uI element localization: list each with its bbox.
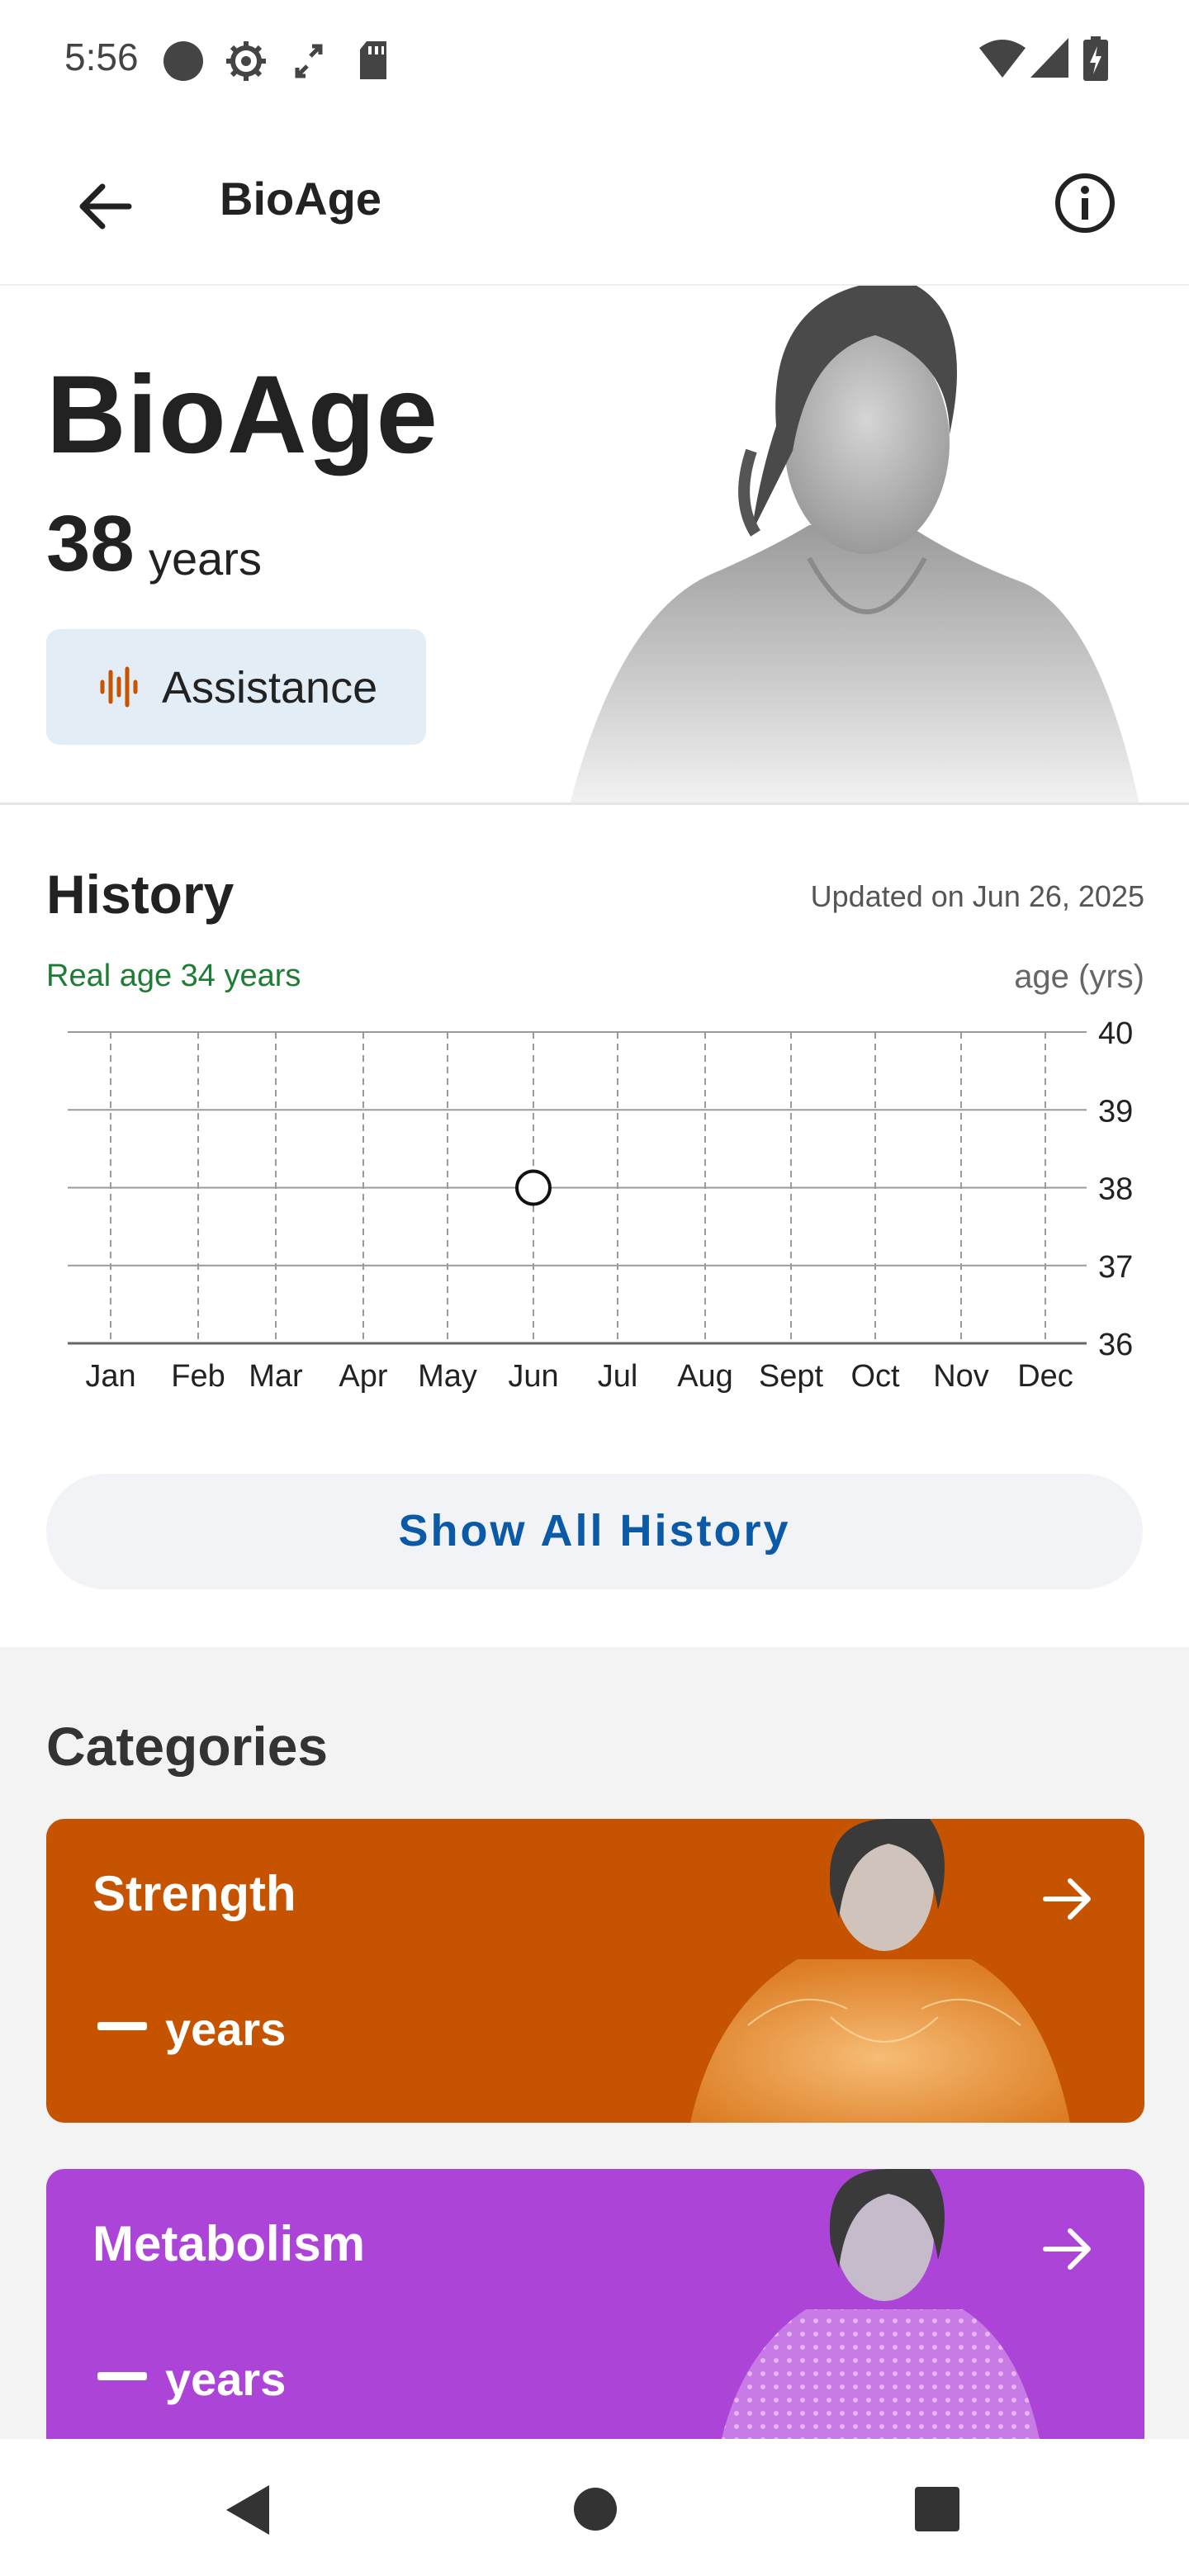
category-name: Metabolism: [92, 2216, 366, 2271]
woman-portrait-image: [570, 286, 1139, 804]
x-tick-label: Apr: [339, 1359, 387, 1394]
bioage-hero: BioAge 38 years Assistance: [0, 286, 1189, 804]
x-tick-label: May: [418, 1359, 477, 1394]
show-all-history-button[interactable]: Show All History: [46, 1474, 1143, 1589]
status-time: 5:56: [64, 36, 139, 78]
app-bar: BioAge: [0, 124, 1189, 286]
data-point: [515, 1169, 552, 1206]
assistance-button[interactable]: Assistance: [46, 629, 426, 745]
battery-charging-icon: [1083, 36, 1108, 81]
metabolism-body-image: [715, 2169, 1045, 2473]
chart-y-unit-label: age (yrs): [1014, 959, 1144, 995]
notification-dot-icon: [163, 41, 203, 81]
assistance-label: Assistance: [162, 663, 378, 713]
category-empty-value-dash: [97, 2022, 147, 2030]
categories-section: Categories Strength years Metabolism yea…: [0, 1647, 1189, 2473]
bioage-unit: years: [149, 533, 262, 585]
category-name: Strength: [92, 1866, 296, 1921]
hero-title: BioAge: [46, 353, 438, 476]
history-title: History: [46, 864, 234, 925]
x-tick-label: Dec: [1017, 1359, 1073, 1394]
category-value-unit: years: [165, 2003, 287, 2055]
real-age-label: Real age 34 years: [46, 959, 301, 993]
history-updated-date: Updated on Jun 26, 2025: [810, 879, 1144, 913]
category-empty-value-dash: [97, 2372, 147, 2380]
x-tick-label: Nov: [933, 1359, 989, 1394]
x-tick-label: Jun: [508, 1359, 558, 1394]
x-tick-label: Sept: [759, 1359, 824, 1394]
x-tick-label: Jan: [85, 1359, 135, 1394]
x-tick-label: Oct: [850, 1359, 900, 1394]
expand-arrows-icon: [295, 44, 323, 78]
app-bar-title: BioAge: [220, 173, 381, 225]
status-bar: 5:56: [0, 0, 1189, 124]
system-navigation-bar: [0, 2439, 1189, 2576]
category-value-unit: years: [165, 2353, 287, 2405]
settings-gear-icon: [226, 41, 266, 81]
arrow-right-icon: [1043, 2228, 1091, 2270]
sd-card-icon: [360, 41, 386, 79]
bioage-value: 38: [46, 500, 135, 588]
nav-home-icon[interactable]: [573, 2487, 618, 2531]
arrow-right-icon: [1043, 1878, 1091, 1920]
nav-recents-icon[interactable]: [915, 2487, 959, 2531]
y-tick-label: 40: [1098, 1016, 1133, 1051]
x-tick-label: Mar: [249, 1359, 303, 1394]
category-card-metabolism[interactable]: Metabolism years: [46, 2169, 1144, 2473]
y-tick-label: 36: [1098, 1328, 1133, 1362]
categories-heading: Categories: [46, 1716, 329, 1777]
cell-signal-icon: [1030, 38, 1068, 78]
x-tick-label: Jul: [598, 1359, 638, 1394]
x-tick-label: Aug: [677, 1359, 733, 1394]
info-icon[interactable]: [1052, 170, 1118, 236]
strength-muscle-image: [690, 1819, 1070, 2123]
nav-back-icon[interactable]: [223, 2484, 272, 2536]
category-card-strength[interactable]: Strength years: [46, 1819, 1144, 2123]
back-arrow-icon[interactable]: [71, 173, 137, 239]
x-tick-label: Feb: [171, 1359, 225, 1394]
y-tick-label: 39: [1098, 1094, 1133, 1129]
show-all-history-label: Show All History: [398, 1506, 791, 1556]
wifi-icon: [979, 40, 1026, 78]
voice-waveform-icon: [100, 666, 138, 708]
y-tick-label: 37: [1098, 1250, 1133, 1285]
bioage-history-chart: 40 39 38 37 36 Jan Feb Mar Apr May Jun Jul Aug Sept Oc…: [68, 1016, 1133, 1394]
y-tick-label: 38: [1098, 1172, 1133, 1207]
history-section: History Updated on Jun 26, 2025 Real age…: [0, 805, 1189, 1647]
